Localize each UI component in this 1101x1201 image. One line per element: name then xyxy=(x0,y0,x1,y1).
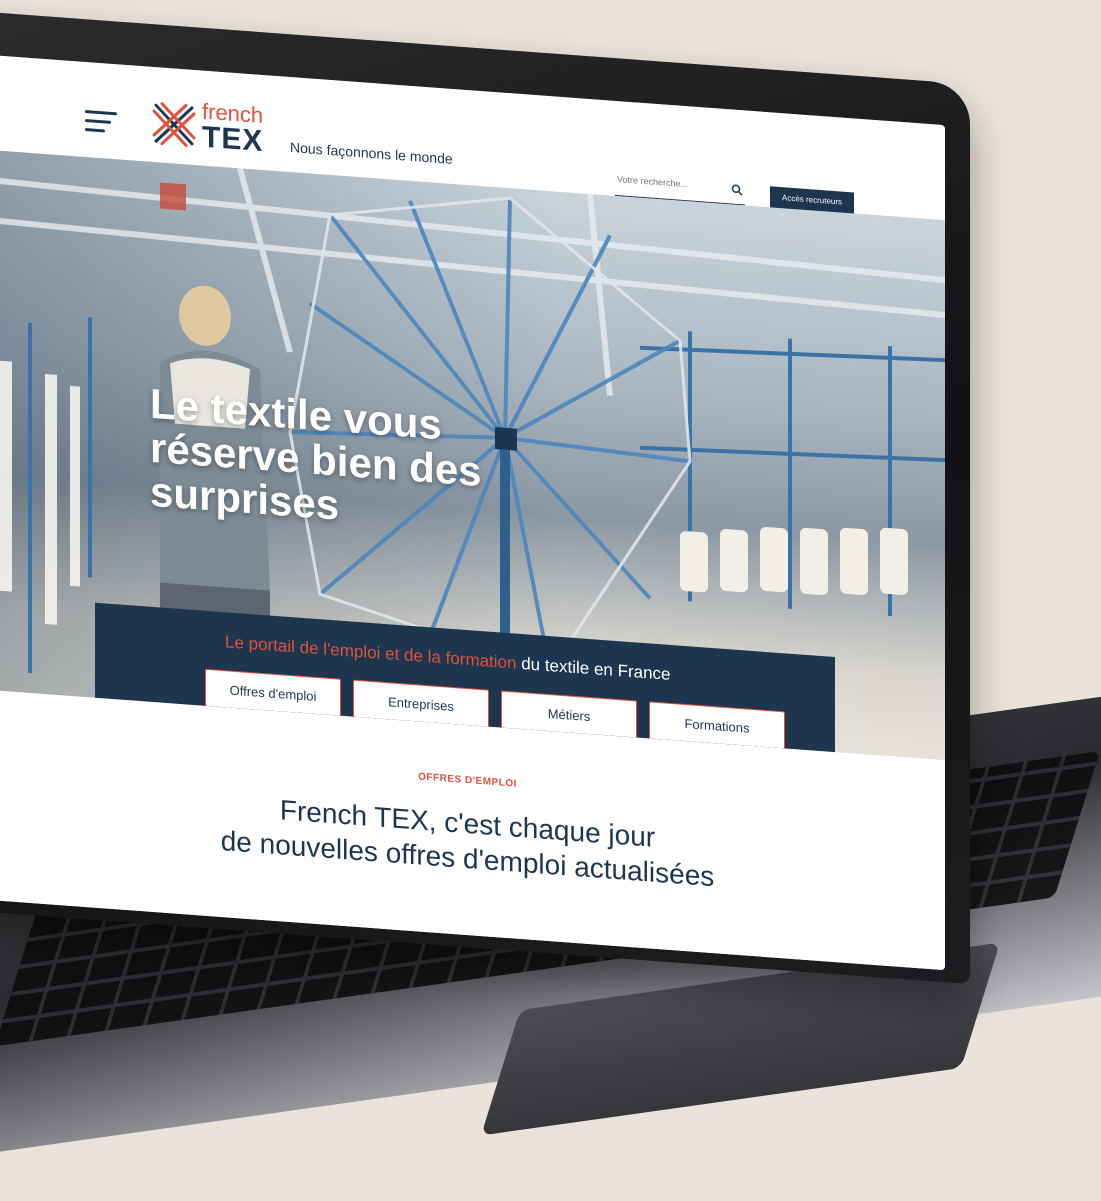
portal-tagline-accent: Le portail de l'emploi et de la formatio… xyxy=(225,632,517,673)
search-input[interactable] xyxy=(615,172,724,193)
menu-icon[interactable] xyxy=(85,109,117,139)
laptop-screen: french TEX Nous façonnons le monde Accès… xyxy=(0,55,945,971)
trainings-button[interactable]: Formations xyxy=(649,701,785,750)
section-heading: French TEX, c'est chaque jour de nouvell… xyxy=(0,771,945,911)
french-tex-logo[interactable]: french TEX xyxy=(150,97,264,159)
tagline: Nous façonnons le monde xyxy=(290,139,453,167)
search-icon[interactable] xyxy=(731,183,743,196)
job-offers-button[interactable]: Offres d'emploi xyxy=(205,668,341,717)
trades-button[interactable]: Métiers xyxy=(501,690,637,739)
companies-button[interactable]: Entreprises xyxy=(353,679,489,728)
logo-tex-text: TEX xyxy=(202,120,264,159)
logo-mark-icon xyxy=(152,102,196,147)
portal-tagline-rest: du textile en France xyxy=(516,653,671,684)
hero-banner: Le textile vous réserve bien des surpris… xyxy=(0,150,945,761)
